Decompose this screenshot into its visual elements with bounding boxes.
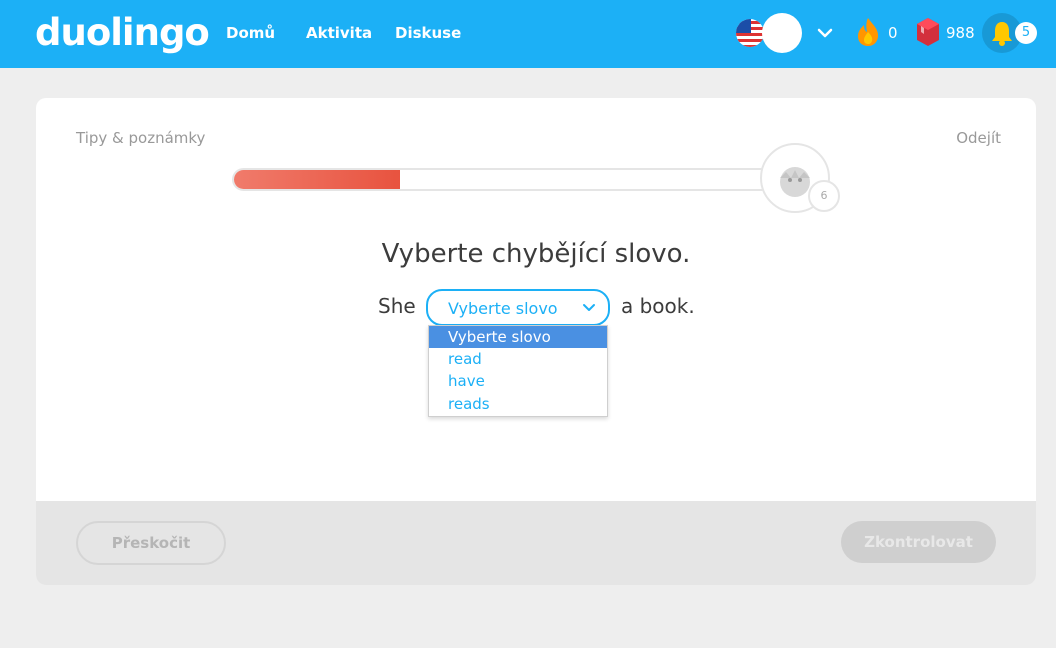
select-value: Vyberte slovo [448,299,558,318]
progress-fill [234,170,401,189]
notification-count: 5 [1015,22,1037,44]
sentence-before: She [378,294,416,318]
gem-count: 988 [946,24,975,42]
quit-link[interactable]: Odejít [956,128,1001,148]
check-button[interactable]: Zkontrolovat [841,521,996,563]
sentence-after: a book. [621,294,695,318]
gem-icon[interactable] [915,17,941,47]
progress-bar [232,168,772,191]
chevron-down-icon [583,304,595,311]
select-dropdown: Vyberte slovo read have reads [428,325,608,417]
option-placeholder[interactable]: Vyberte slovo [429,326,607,348]
duolingo-logo[interactable]: duolingo [35,11,210,55]
nav-link-activity[interactable]: Aktivita [306,23,372,43]
prompt-title: Vyberte chybějící slovo. [381,239,691,269]
tips-link[interactable]: Tipy & poznámky [76,128,205,148]
chevron-down-icon[interactable] [816,24,834,42]
lesson-footer: Přeskočit Zkontrolovat [36,501,1036,585]
streak-count: 0 [888,24,898,42]
nav-link-discussion[interactable]: Diskuse [395,23,461,43]
bell-icon [992,22,1012,46]
word-select[interactable]: Vyberte slovo [426,289,610,326]
avatar[interactable] [762,13,802,53]
checkpoint-count: 6 [808,180,840,212]
flame-icon[interactable] [856,17,880,47]
option-reads[interactable]: reads [429,393,607,415]
nav-link-home[interactable]: Domů [226,23,275,43]
option-read[interactable]: read [429,348,607,370]
skip-button[interactable]: Přeskočit [76,521,226,565]
lesson-card: Tipy & poznámky Odejít 6 Vyberte chybějí… [36,98,1036,585]
option-have[interactable]: have [429,370,607,392]
top-nav: duolingo Domů Aktivita Diskuse 0 988 5 [0,0,1056,68]
